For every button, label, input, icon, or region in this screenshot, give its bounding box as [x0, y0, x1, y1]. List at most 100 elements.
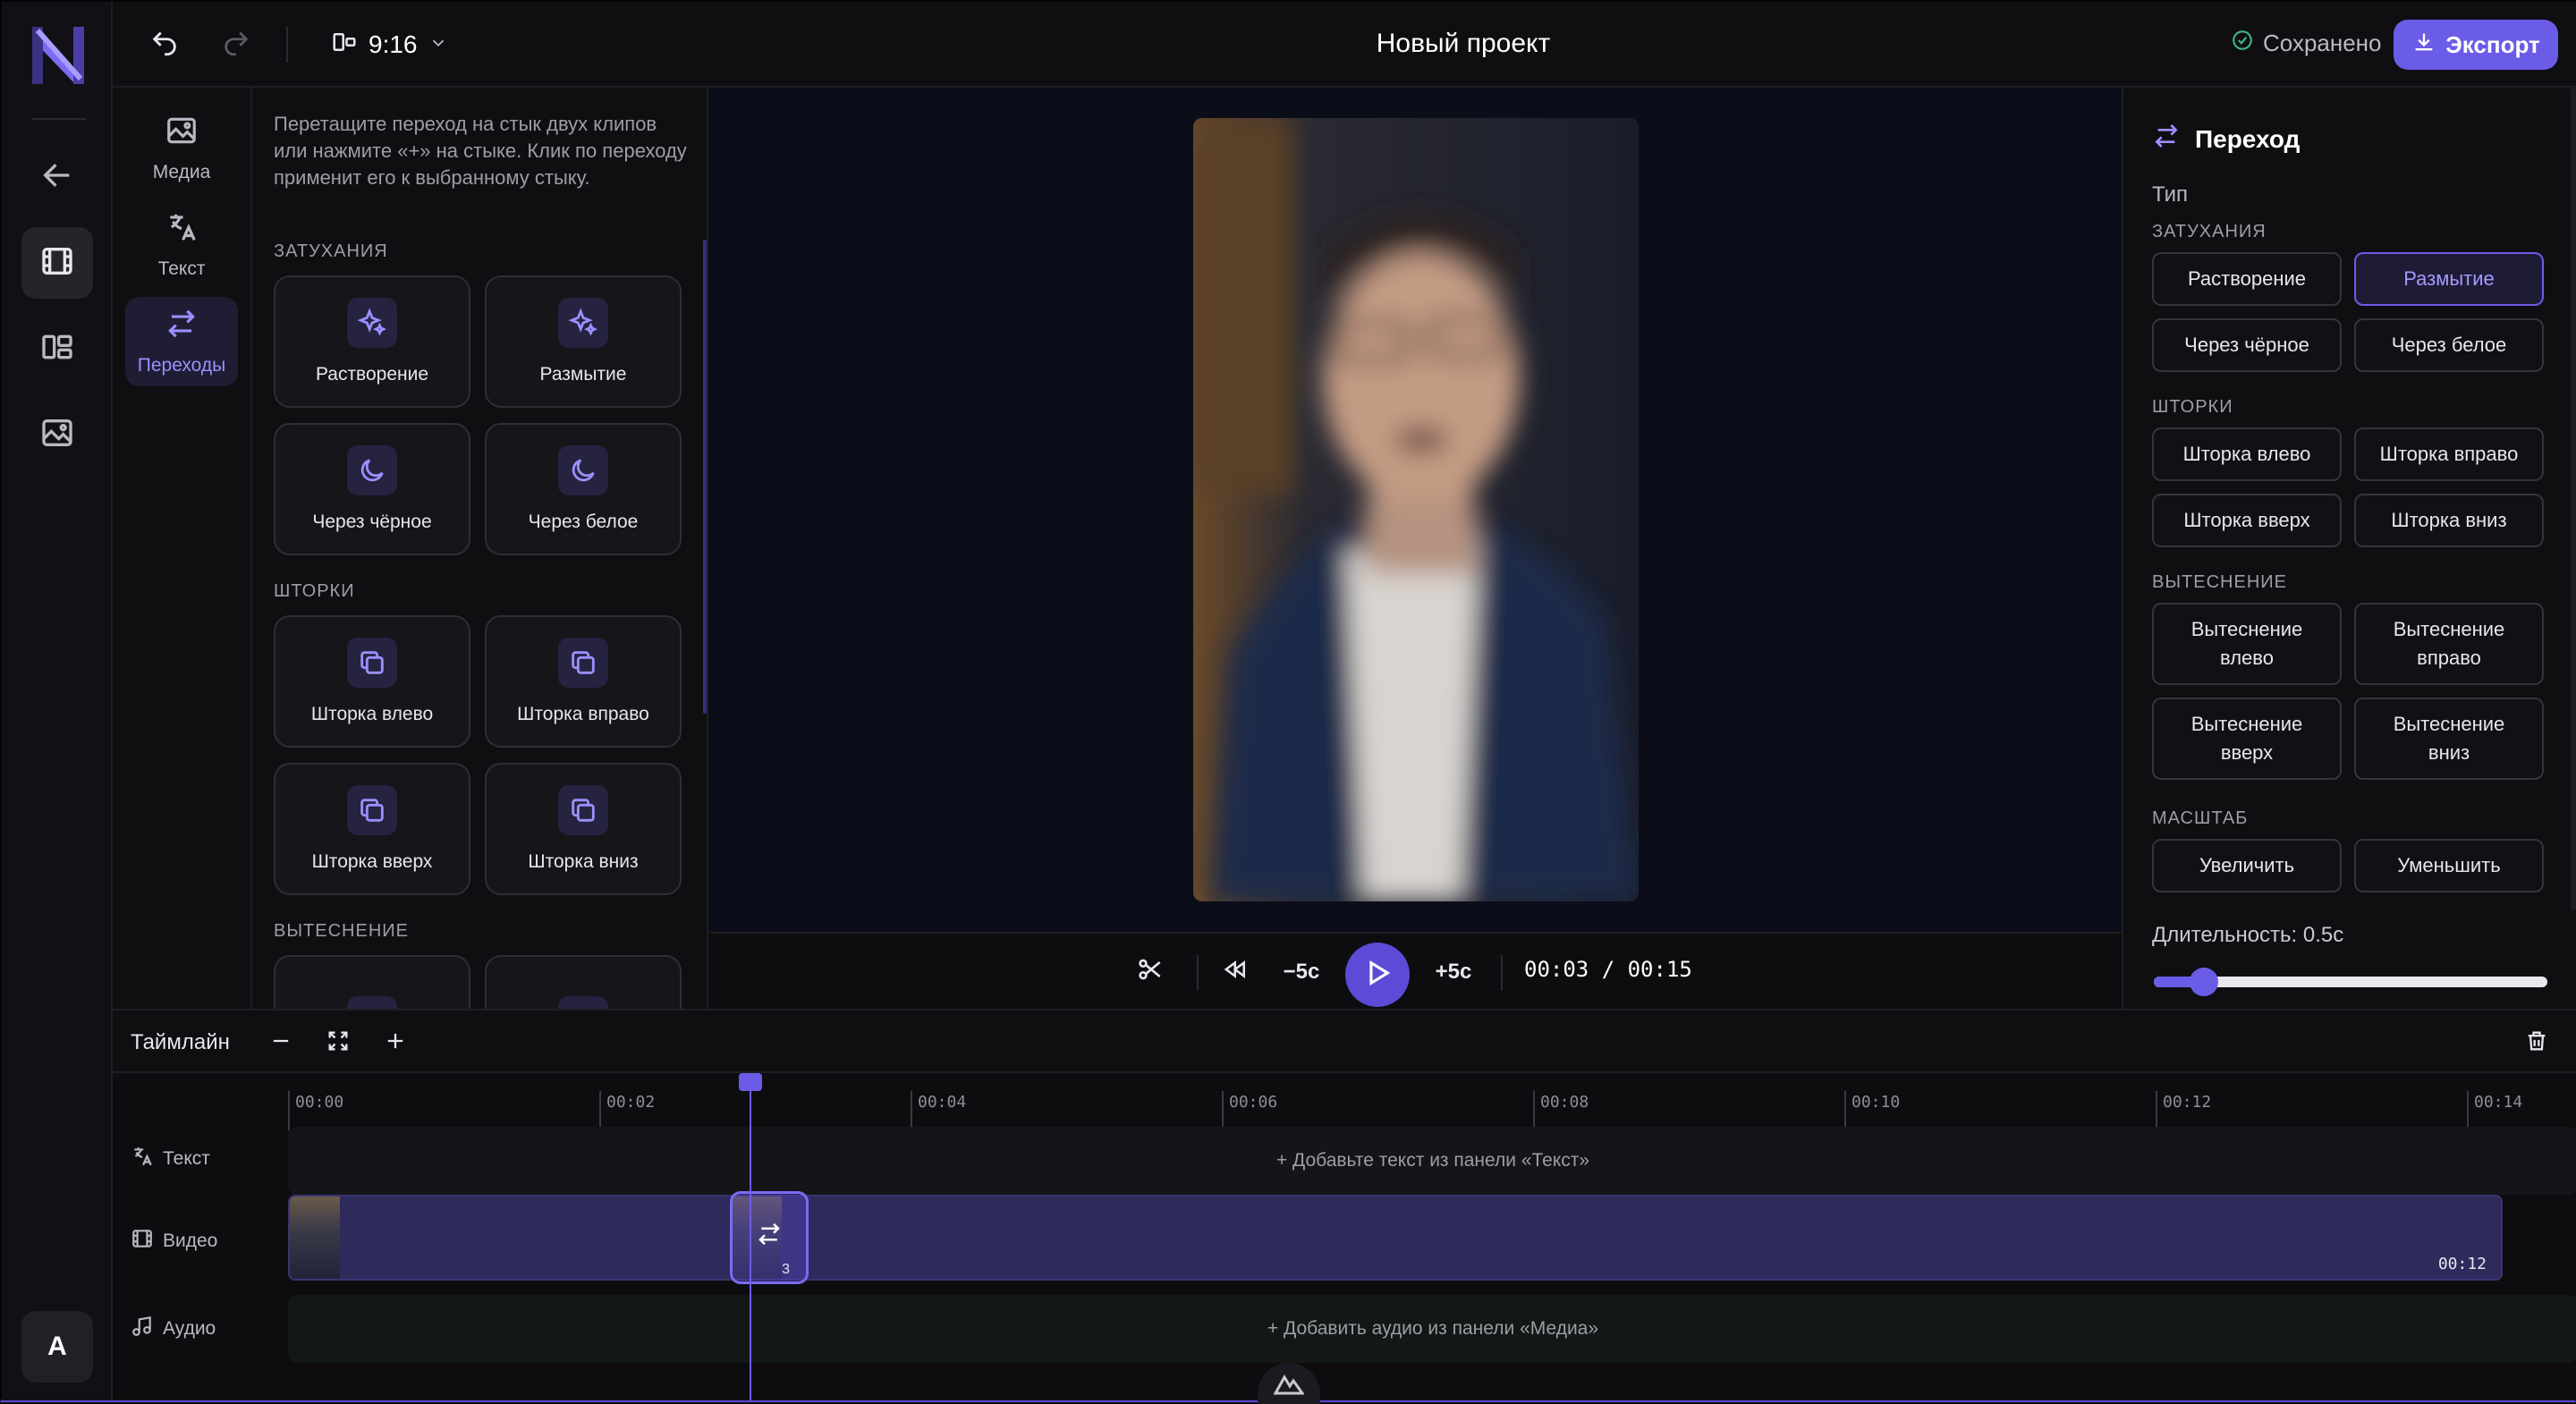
nav-media-label: Медиа	[152, 162, 211, 182]
redo-button[interactable]	[215, 23, 258, 66]
tile-push-left[interactable]	[274, 955, 470, 1009]
tile-label: Через белое	[528, 512, 639, 532]
zoom-in-button[interactable]	[377, 1025, 413, 1061]
option-dissolve[interactable]: Растворение	[2152, 252, 2342, 306]
inspector-header: Переход	[2152, 122, 2300, 156]
undo-button[interactable]	[143, 23, 186, 66]
editor-app: A 9:16 Новый проект Сохранено Экспорт Ме…	[0, 0, 2576, 1404]
tile-through-black[interactable]: Через чёрное	[274, 423, 470, 555]
check-circle-icon	[2231, 29, 2254, 58]
inspector-scrollbar[interactable]	[2571, 88, 2576, 910]
option-through-white[interactable]: Через белое	[2354, 318, 2544, 372]
track-label-video-name: Видео	[163, 1231, 218, 1251]
translate-icon	[131, 1145, 154, 1173]
option-zoom-out[interactable]: Уменьшить	[2354, 839, 2544, 892]
track-label-text-name: Текст	[163, 1148, 210, 1169]
tile-wipe-down[interactable]: Шторка вниз	[485, 763, 682, 895]
rail-divider	[32, 118, 86, 120]
panel-scrollbar[interactable]	[703, 240, 707, 714]
rail-editor-button[interactable]	[21, 227, 93, 299]
ruler-tick: 00:00	[288, 1091, 343, 1130]
play-button[interactable]	[1345, 943, 1410, 1007]
duration-slider[interactable]	[2154, 968, 2547, 996]
nav-media[interactable]: Медиа	[125, 104, 238, 193]
split-button[interactable]	[1129, 952, 1172, 993]
ruler-tick: 00:14	[2467, 1091, 2522, 1130]
option-push-right[interactable]: Вытеснение вправо	[2354, 603, 2544, 685]
nav-text[interactable]: Текст	[125, 200, 238, 290]
back-5s-button[interactable]: −5с	[1270, 952, 1333, 993]
plus-icon	[383, 1028, 408, 1058]
option-blur-selected[interactable]: Размытие	[2354, 252, 2544, 306]
tile-through-white[interactable]: Через белое	[485, 423, 682, 555]
timeline: 00:00 00:02 00:04 00:06 00:08 00:10 00:12 00:14…	[113, 1073, 2576, 1400]
go-to-start-button[interactable]	[1216, 952, 1256, 993]
inspector-title: Переход	[2195, 124, 2301, 153]
tile-wipe-right[interactable]: Шторка вправо	[485, 615, 682, 748]
rail-templates-button[interactable]	[21, 313, 93, 385]
tile-label: Размытие	[539, 364, 627, 385]
transitions-library: Перетащите переход на стык двух клипов и…	[252, 88, 708, 1009]
swap-icon	[165, 307, 199, 346]
playhead[interactable]	[750, 1073, 751, 1400]
aspect-ratio-select[interactable]: 9:16	[331, 25, 448, 64]
player-controls: −5с +5с 00:03 / 00:15	[710, 932, 2122, 1009]
fit-timeline-button[interactable]	[320, 1025, 356, 1061]
preview-frame[interactable]	[1193, 118, 1639, 901]
zoom-out-button[interactable]	[263, 1025, 299, 1061]
tile-dissolve[interactable]: Растворение	[274, 275, 470, 408]
time-ruler[interactable]: 00:00 00:02 00:04 00:06 00:08 00:10 00:12 00:14	[288, 1091, 2576, 1130]
transition-inspector: Переход Тип ЗАТУХАНИЯ Растворение Размыт…	[2122, 88, 2576, 1009]
ruler-tick: 00:06	[1222, 1091, 1277, 1130]
user-avatar[interactable]: A	[21, 1311, 93, 1383]
section-title-push: ВЫТЕСНЕНИЕ	[274, 921, 409, 941]
app-logo[interactable]	[29, 23, 88, 88]
tile-wipe-left[interactable]: Шторка влево	[274, 615, 470, 748]
arrow-right-icon	[347, 996, 397, 1009]
sparkles-icon	[347, 298, 397, 348]
scissors-icon	[1136, 955, 1165, 990]
option-zoom-in[interactable]: Увеличить	[2152, 839, 2342, 892]
tile-label: Через чёрное	[312, 512, 432, 532]
forward-5s-button[interactable]: +5с	[1422, 952, 1485, 993]
ruler-tick: 00:04	[911, 1091, 966, 1130]
swap-icon	[2152, 122, 2181, 156]
option-push-left[interactable]: Вытеснение влево	[2152, 603, 2342, 685]
tile-blur[interactable]: Размытие	[485, 275, 682, 408]
nav-transitions[interactable]: Переходы	[125, 297, 238, 386]
image-icon	[165, 114, 199, 153]
aspect-ratio-value: 9:16	[369, 30, 418, 58]
option-push-up[interactable]: Вытеснение вверх	[2152, 698, 2342, 780]
tile-label: Шторка влево	[310, 704, 434, 724]
back-button[interactable]	[21, 141, 93, 213]
ruler-tick: 00:12	[2156, 1091, 2211, 1130]
option-wipe-left[interactable]: Шторка влево	[2152, 427, 2342, 481]
track-label-audio-name: Аудио	[163, 1318, 216, 1339]
ruler-tick: 00:08	[1533, 1091, 1589, 1130]
delete-button[interactable]	[2519, 1025, 2555, 1061]
text-track-lane[interactable]: + Добавьте текст из панели «Текст»	[288, 1127, 2576, 1195]
option-wipe-up[interactable]: Шторка вверх	[2152, 494, 2342, 547]
left-rail: A	[2, 2, 113, 1400]
moon-icon	[558, 445, 608, 495]
rail-media-button[interactable]	[21, 399, 93, 470]
group-title-scale: МАСШТАБ	[2152, 808, 2249, 828]
audio-track-lane[interactable]: + Добавить аудио из панели «Медиа»	[288, 1295, 2576, 1363]
video-clip[interactable]: 00:12	[288, 1195, 2503, 1281]
export-button[interactable]: Экспорт	[2394, 20, 2558, 70]
ruler-tick: 00:02	[599, 1091, 655, 1130]
option-wipe-down[interactable]: Шторка вниз	[2354, 494, 2544, 547]
copy-icon	[347, 785, 397, 835]
arrow-left-icon	[39, 157, 75, 198]
tile-wipe-up[interactable]: Шторка вверх	[274, 763, 470, 895]
project-title[interactable]: Новый проект	[1186, 29, 1741, 59]
option-push-down[interactable]: Вытеснение вниз	[2354, 698, 2544, 780]
option-wipe-right[interactable]: Шторка вправо	[2354, 427, 2544, 481]
duration-slider-knob[interactable]	[2189, 968, 2218, 996]
type-label: Тип	[2152, 182, 2189, 207]
duration-label: Длительность: 0.5с	[2152, 923, 2344, 947]
tile-label: Шторка вверх	[311, 851, 433, 872]
tile-push-right[interactable]	[485, 955, 682, 1009]
transition-marker[interactable]: 3	[730, 1191, 809, 1284]
option-through-black[interactable]: Через чёрное	[2152, 318, 2342, 372]
